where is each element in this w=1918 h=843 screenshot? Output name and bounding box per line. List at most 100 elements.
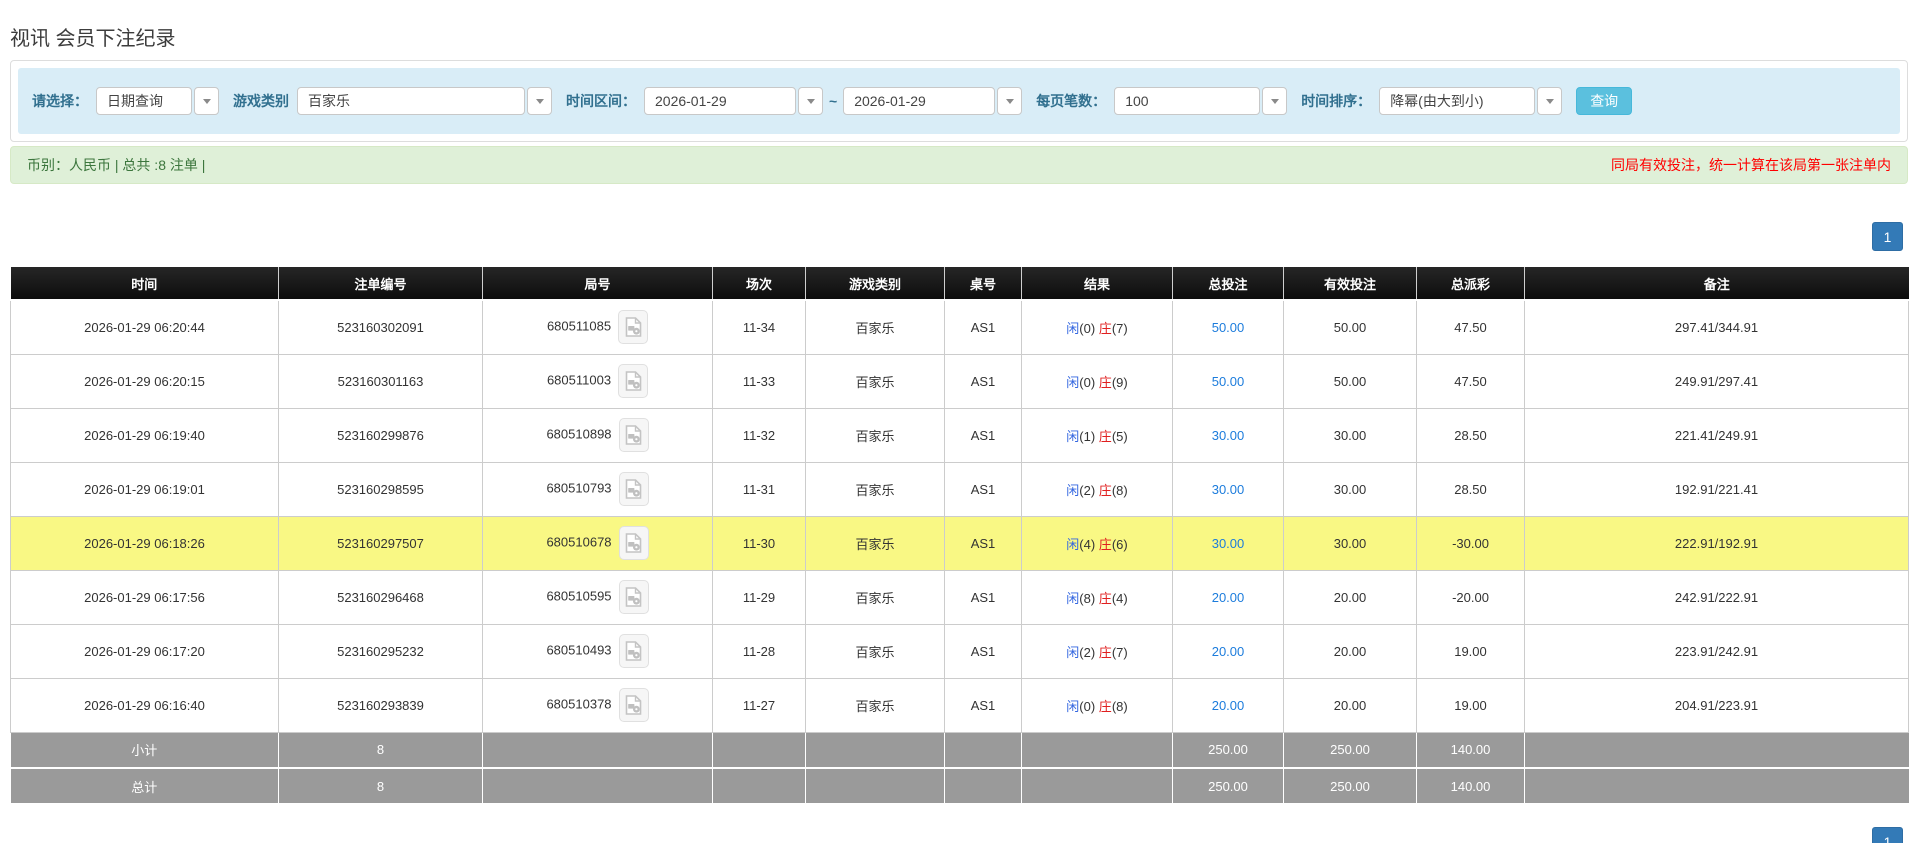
cell-session: 11-28 [712, 623, 806, 679]
page-1-button[interactable]: 1 [1872, 827, 1903, 843]
totals-label: 小计 [10, 732, 279, 769]
cell-valid-bet: 20.00 [1283, 677, 1417, 733]
cell-session: 11-27 [712, 677, 806, 733]
result-player-value: (0) [1079, 698, 1099, 714]
totals-payout: 140.00 [1416, 768, 1525, 805]
video-replay-icon[interactable] [618, 526, 649, 560]
query-type-select[interactable]: 日期查询 [96, 87, 219, 115]
cell-round-number: 680510595 [482, 569, 713, 625]
result-player-label: 闲 [1066, 590, 1080, 606]
column-header: 注单编号 [278, 267, 483, 301]
cell-result: 闲(0) 庄(7) [1021, 299, 1173, 355]
total-bet-link[interactable]: 50.00 [1212, 320, 1245, 335]
date-to-select[interactable]: 2026-01-29 [843, 87, 1023, 115]
date-from-value[interactable]: 2026-01-29 [644, 87, 796, 115]
totals-remark [1524, 732, 1909, 769]
video-replay-icon[interactable] [618, 364, 649, 398]
time-sort-value[interactable]: 降幂(由大到小) [1379, 87, 1536, 115]
column-header: 总投注 [1172, 267, 1284, 301]
chevron-down-icon[interactable] [1537, 87, 1563, 115]
round-number-text: 680510793 [546, 480, 612, 496]
column-header: 时间 [10, 267, 279, 301]
page-1-button[interactable]: 1 [1872, 222, 1903, 251]
result-player-label: 闲 [1066, 644, 1080, 660]
cell-payout: -20.00 [1416, 569, 1525, 625]
total-bet-link[interactable]: 30.00 [1212, 482, 1245, 497]
chevron-down-icon[interactable] [997, 87, 1023, 115]
time-sort-select[interactable]: 降幂(由大到小) [1379, 87, 1563, 115]
column-header: 游戏类别 [805, 267, 945, 301]
cell-table-number: AS1 [944, 623, 1022, 679]
totals-session [712, 768, 806, 805]
cell-table-number: AS1 [944, 299, 1022, 355]
select-label: 请选择： [32, 93, 88, 109]
cell-valid-bet: 20.00 [1283, 623, 1417, 679]
result-banker-value: (5) [1111, 428, 1128, 444]
filter-panel: 请选择： 日期查询 游戏类别 百家乐 时间区间： 2026-01-29 ~ 20… [10, 60, 1908, 142]
cell-session: 11-34 [712, 299, 806, 355]
game-type-value[interactable]: 百家乐 [297, 87, 525, 115]
game-type-select[interactable]: 百家乐 [297, 87, 552, 115]
cell-table-number: AS1 [944, 515, 1022, 571]
cell-total-bet: 50.00 [1172, 353, 1284, 409]
table-row: 2026-01-29 06:17:56 523160296468 680510595… [10, 569, 1909, 625]
result-player-label: 闲 [1066, 536, 1080, 552]
cell-result: 闲(8) 庄(4) [1021, 569, 1173, 625]
result-player-value: (2) [1079, 482, 1099, 498]
cell-result: 闲(1) 庄(5) [1021, 407, 1173, 463]
cell-result: 闲(2) 庄(7) [1021, 623, 1173, 679]
totals-valid-bet: 250.00 [1283, 768, 1417, 805]
date-to-value[interactable]: 2026-01-29 [843, 87, 996, 115]
cell-remark: 297.41/344.91 [1524, 299, 1909, 355]
round-number-text: 680511003 [546, 372, 612, 388]
result-banker-value: (7) [1111, 644, 1128, 660]
totals-count: 8 [278, 768, 483, 805]
table-row: 2026-01-29 06:20:15 523160301163 680511003… [10, 353, 1909, 409]
video-replay-icon[interactable] [618, 688, 649, 722]
total-bet-link[interactable]: 30.00 [1212, 536, 1245, 551]
cell-bet-number: 523160302091 [278, 299, 483, 355]
date-from-select[interactable]: 2026-01-29 [644, 87, 823, 115]
cell-payout: 28.50 [1416, 461, 1525, 517]
totals-game [805, 768, 945, 805]
total-bet-link[interactable]: 20.00 [1212, 644, 1245, 659]
cell-total-bet: 30.00 [1172, 515, 1284, 571]
totals-game [805, 732, 945, 769]
totals-result [1021, 768, 1173, 805]
chevron-down-icon[interactable] [798, 87, 823, 115]
cell-time: 2026-01-29 06:16:40 [10, 677, 279, 733]
chevron-down-icon[interactable] [194, 87, 219, 115]
cell-session: 11-31 [712, 461, 806, 517]
result-banker-value: (7) [1111, 320, 1128, 336]
cell-remark: 249.91/297.41 [1524, 353, 1909, 409]
round-number-text: 680510898 [546, 426, 612, 442]
video-replay-icon[interactable] [618, 472, 649, 506]
result-player-value: (0) [1079, 374, 1099, 390]
per-page-value[interactable]: 100 [1114, 87, 1261, 115]
total-bet-link[interactable]: 20.00 [1212, 590, 1245, 605]
result-banker-label: 庄 [1098, 698, 1112, 714]
cell-time: 2026-01-29 06:19:01 [10, 461, 279, 517]
total-bet-link[interactable]: 50.00 [1212, 374, 1245, 389]
video-replay-icon[interactable] [618, 634, 649, 668]
column-header: 总派彩 [1416, 267, 1525, 301]
result-player-value: (1) [1079, 428, 1099, 444]
total-bet-link[interactable]: 20.00 [1212, 698, 1245, 713]
video-replay-icon[interactable] [618, 310, 649, 345]
cell-valid-bet: 30.00 [1283, 515, 1417, 571]
cell-round-number: 680510793 [482, 461, 713, 517]
chevron-down-icon[interactable] [527, 87, 552, 115]
query-type-value[interactable]: 日期查询 [96, 87, 192, 115]
video-replay-icon[interactable] [618, 580, 649, 614]
cell-result: 闲(0) 庄(8) [1021, 677, 1173, 733]
per-page-select[interactable]: 100 [1114, 87, 1288, 115]
chevron-down-icon[interactable] [1262, 87, 1288, 115]
totals-result [1021, 732, 1173, 769]
result-player-value: (0) [1079, 320, 1099, 336]
cell-time: 2026-01-29 06:20:15 [10, 353, 279, 409]
subtotal-row: 小计 8 250.00 250.00 140.00 [10, 732, 1909, 769]
video-replay-icon[interactable] [618, 418, 649, 452]
search-button[interactable]: 查询 [1576, 87, 1633, 115]
total-bet-link[interactable]: 30.00 [1212, 428, 1245, 443]
game-type-label: 游戏类别 [233, 93, 289, 109]
